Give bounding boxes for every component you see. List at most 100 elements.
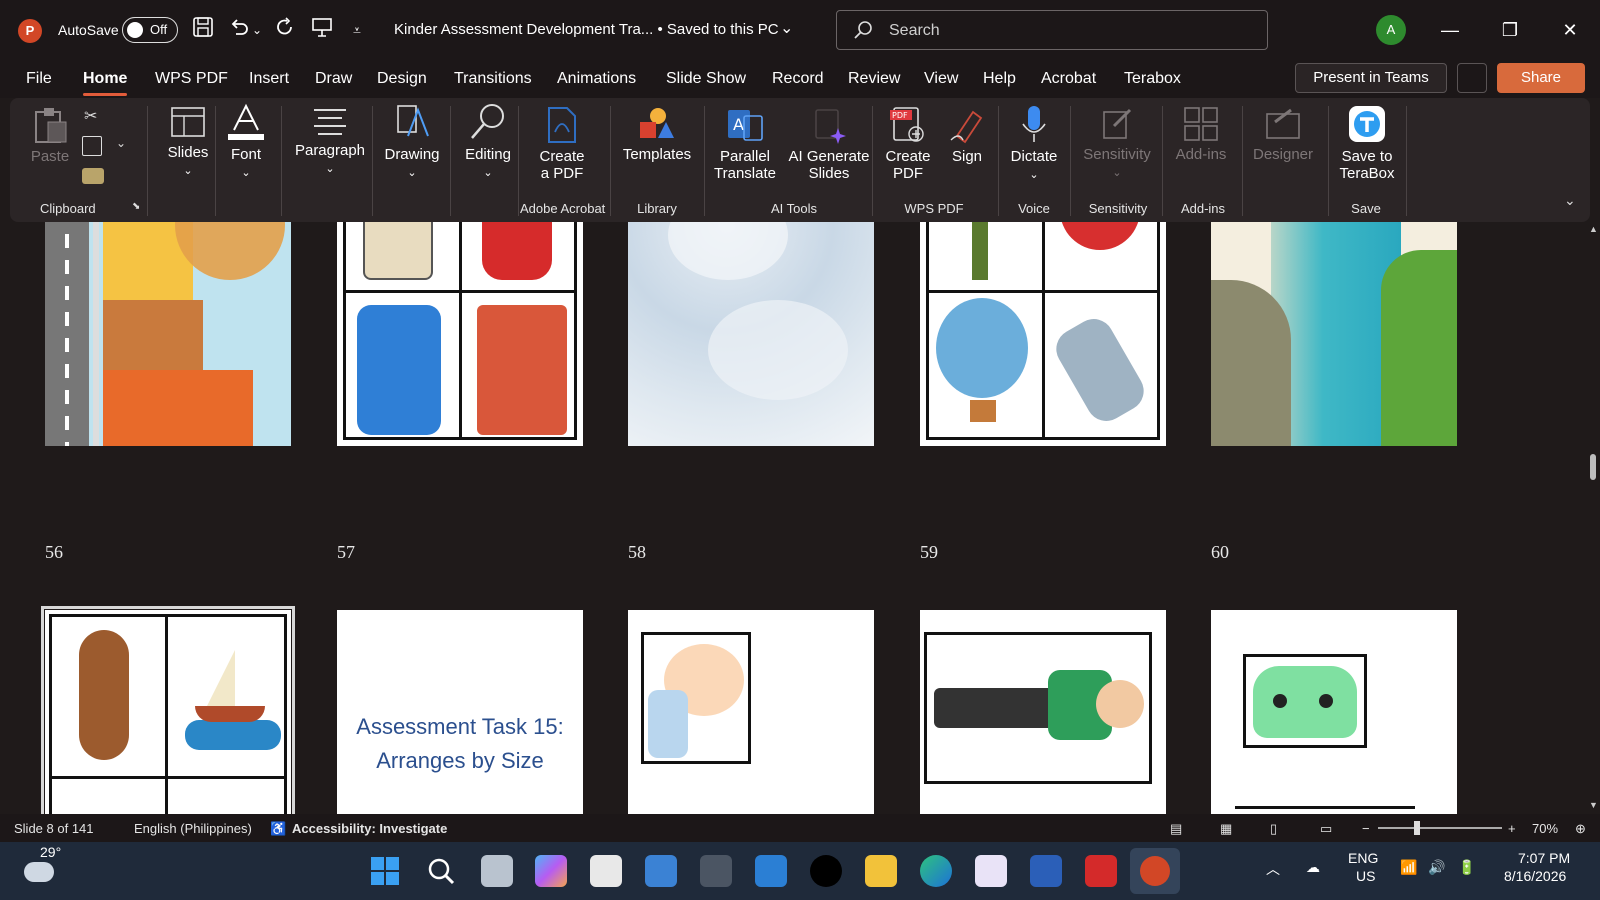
wps-create-pdf-button[interactable]: PDF Create PDF — [880, 106, 936, 182]
photos-icon[interactable] — [755, 855, 787, 887]
clipboard-launcher-icon[interactable]: ⬊ — [132, 201, 140, 212]
dictate-button[interactable]: Dictate ⌄ — [1004, 104, 1064, 182]
tab-view[interactable]: View — [924, 70, 958, 88]
reading-view-icon[interactable]: ▯ — [1270, 821, 1277, 837]
clock-time[interactable]: 7:07 PM — [1518, 850, 1570, 866]
slide-thumbnail-59[interactable] — [920, 222, 1166, 446]
customize-toolbar-icon[interactable]: ⩡ — [344, 16, 370, 44]
slide-sorter-view-icon[interactable]: ▦ — [1220, 821, 1232, 837]
clock-date[interactable]: 8/16/2026 — [1504, 868, 1566, 884]
tab-draw[interactable]: Draw — [315, 70, 352, 88]
vertical-scrollbar[interactable]: ▲ ▼ — [1587, 222, 1600, 814]
tab-slide-show[interactable]: Slide Show — [666, 70, 746, 88]
copy-dropdown-icon[interactable]: ⌄ — [116, 136, 126, 150]
templates-button[interactable]: Templates — [620, 106, 694, 163]
slideshow-view-icon[interactable]: ▭ — [1320, 821, 1332, 837]
clipchamp-icon[interactable] — [975, 855, 1007, 887]
font-button[interactable]: Font ⌄ — [224, 102, 268, 180]
scroll-thumb[interactable] — [1590, 454, 1596, 480]
tab-animations[interactable]: Animations — [557, 70, 636, 88]
tiktok-icon[interactable] — [810, 855, 842, 887]
slide-thumbnail-car[interactable] — [1211, 610, 1457, 814]
weather-icon[interactable] — [24, 862, 54, 882]
slide-thumbnail-baby[interactable] — [628, 610, 874, 814]
editing-button[interactable]: Editing ⌄ — [460, 102, 516, 180]
language-code[interactable]: ENG — [1348, 850, 1378, 866]
slide-thumbnail-60[interactable] — [1211, 222, 1457, 446]
ai-generate-slides-button[interactable]: AI Generate Slides — [784, 106, 874, 182]
slide-thumbnail-boy[interactable] — [920, 610, 1166, 814]
slide-thumbnail-boats[interactable] — [41, 606, 295, 814]
tab-file[interactable]: File — [26, 70, 52, 88]
undo-icon[interactable] — [226, 16, 252, 44]
sensitivity-button[interactable]: Sensitivity ⌄ — [1076, 106, 1158, 180]
parallel-translate-button[interactable]: A Parallel Translate — [710, 106, 780, 182]
temperature[interactable]: 29° — [40, 844, 61, 860]
tab-transitions[interactable]: Transitions — [454, 70, 532, 88]
show-hidden-icons-icon[interactable]: ︿ — [1266, 859, 1280, 879]
format-painter-icon[interactable] — [82, 168, 104, 184]
accessibility-icon[interactable]: ♿ — [270, 821, 286, 837]
tab-wps-pdf[interactable]: WPS PDF — [155, 70, 228, 88]
language-indicator[interactable]: English (Philippines) — [134, 821, 252, 836]
task-view-icon[interactable] — [481, 855, 513, 887]
wifi-icon[interactable]: 📶 — [1400, 859, 1417, 876]
avatar[interactable]: A — [1376, 15, 1406, 45]
slide-thumbnail-assessment-task-15[interactable]: Assessment Task 15: Arranges by Size — [337, 610, 583, 814]
region-code[interactable]: US — [1356, 868, 1375, 884]
designer-button[interactable]: Designer — [1250, 106, 1316, 163]
slides-button[interactable]: Slides ⌄ — [158, 106, 218, 178]
create-pdf-button[interactable]: Create a PDF — [530, 106, 594, 182]
close-icon[interactable]: ✕ — [1550, 14, 1590, 46]
tab-insert[interactable]: Insert — [249, 70, 289, 88]
zoom-slider-thumb[interactable] — [1414, 821, 1420, 835]
acrobat-icon[interactable] — [1085, 855, 1117, 887]
onedrive-status-icon[interactable]: ☁ — [1306, 859, 1320, 876]
minimize-icon[interactable]: — — [1430, 14, 1470, 46]
battery-icon[interactable]: 🔋 — [1458, 859, 1475, 876]
tab-review[interactable]: Review — [848, 70, 900, 88]
microsoft-store-icon[interactable] — [645, 855, 677, 887]
slide-thumbnail-57[interactable] — [337, 222, 583, 446]
zoom-out-icon[interactable]: − — [1362, 821, 1370, 836]
tab-home[interactable]: Home — [83, 70, 128, 96]
scroll-up-icon[interactable]: ▲ — [1589, 224, 1598, 234]
zoom-in-icon[interactable]: + — [1508, 821, 1516, 836]
slide-thumbnail-58[interactable] — [628, 222, 874, 446]
copy-icon[interactable] — [82, 136, 102, 156]
zoom-slider[interactable] — [1378, 827, 1502, 829]
snipping-tool-icon[interactable] — [590, 855, 622, 887]
slide-count[interactable]: Slide 8 of 141 — [14, 821, 94, 836]
drawing-button[interactable]: Drawing ⌄ — [380, 102, 444, 180]
cut-icon[interactable]: ✂ — [84, 106, 97, 126]
search-taskbar-icon[interactable] — [425, 855, 457, 887]
file-explorer-icon[interactable] — [865, 855, 897, 887]
save-icon[interactable] — [190, 16, 216, 44]
document-title[interactable]: Kinder Assessment Development Tra... • S… — [394, 21, 779, 38]
sign-button[interactable]: Sign — [942, 106, 992, 165]
tab-terabox[interactable]: Terabox — [1124, 70, 1181, 88]
accessibility-status[interactable]: Accessibility: Investigate — [292, 821, 447, 836]
scroll-down-icon[interactable]: ▼ — [1589, 800, 1598, 810]
powerpoint-taskbar-active[interactable] — [1130, 848, 1180, 894]
paste-button[interactable]: Paste — [30, 106, 70, 165]
zoom-level[interactable]: 70% — [1532, 821, 1558, 836]
add-ins-button[interactable]: Add-ins — [1170, 106, 1232, 163]
tab-help[interactable]: Help — [983, 70, 1016, 88]
comments-icon[interactable] — [1457, 63, 1487, 93]
start-icon[interactable] — [369, 855, 401, 887]
collapse-ribbon-icon[interactable]: ⌄ — [1564, 192, 1576, 209]
search-input[interactable]: Search — [836, 10, 1268, 50]
tab-acrobat[interactable]: Acrobat — [1041, 70, 1096, 88]
edge-icon[interactable] — [920, 855, 952, 887]
title-dropdown-icon[interactable]: ⌄ — [780, 18, 793, 38]
fit-to-window-icon[interactable]: ⊕ — [1575, 821, 1586, 837]
word-icon[interactable] — [1030, 855, 1062, 887]
present-from-beginning-icon[interactable] — [309, 16, 335, 44]
slide-thumbnail-56[interactable] — [45, 222, 291, 446]
paragraph-button[interactable]: Paragraph ⌄ — [290, 106, 370, 176]
tab-design[interactable]: Design — [377, 70, 427, 88]
redo-icon[interactable] — [272, 16, 298, 44]
notes-icon[interactable]: ▤ — [1170, 821, 1182, 837]
autosave-toggle[interactable]: Off — [122, 17, 178, 43]
